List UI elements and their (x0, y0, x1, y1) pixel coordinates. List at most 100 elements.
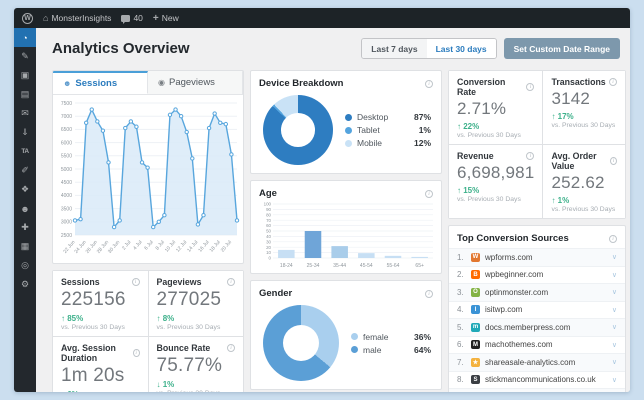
site-menu[interactable]: ⌂ MonsterInsights (43, 13, 111, 23)
conversion-source-row[interactable]: 6. Mmachothemes.com ∨ (449, 335, 625, 354)
favicon-icon: I (471, 305, 480, 315)
svg-text:6500: 6500 (61, 127, 72, 133)
plugins-icon: ❖ (20, 184, 30, 194)
info-icon[interactable]: i (526, 152, 535, 160)
stat-value: 277025 (156, 289, 222, 310)
tab-sessions[interactable]: ☻ Sessions (53, 71, 148, 94)
age-bar-chart: 0 10 20 30 40 50 60 70 80 90 100 18-24 25-34 35-44 45-… (251, 200, 441, 275)
plus-icon: + (152, 12, 159, 24)
info-icon[interactable]: i (425, 79, 433, 88)
sidebar-item-gear[interactable]: ⚙ (14, 275, 36, 294)
sidebar-item-users[interactable]: ☻ (14, 199, 36, 218)
conversion-source-row[interactable]: 9.●mindsuppliers.com∨ (449, 388, 625, 392)
sidebar-item-insights[interactable]: ◎ (14, 256, 36, 275)
legend-dot-icon (345, 139, 352, 147)
comments-menu[interactable]: 40 (121, 13, 143, 24)
info-icon[interactable]: i (132, 349, 140, 357)
sidebar-item-tools[interactable]: ✚ (14, 218, 36, 237)
person-icon: ☻ (63, 78, 72, 88)
sidebar-item-settings[interactable]: ▦ (14, 237, 36, 256)
info-icon[interactable]: i (131, 278, 140, 286)
chevron-down-icon[interactable]: ∨ (612, 341, 617, 349)
wp-admin-bar: W ⌂ MonsterInsights 40 + New (14, 8, 630, 28)
svg-text:70: 70 (266, 218, 271, 223)
stat-change: ↑ 22% (457, 122, 480, 131)
set-custom-date-range-button[interactable]: Set Custom Date Range (503, 38, 620, 59)
device-donut-chart (263, 95, 333, 165)
stat-change: ↑ 8% (156, 314, 175, 323)
info-icon[interactable]: i (610, 157, 617, 165)
sidebar-item-plugins[interactable]: ❖ (14, 180, 36, 199)
tab-pageviews[interactable]: ◉ Pageviews (148, 71, 243, 94)
device-breakdown-card: Device Breakdown i Desktop 87% Tablet 1% Mob… (250, 70, 442, 174)
card-title: Device Breakdown (259, 78, 344, 89)
ta-plugin-icon: TA (21, 148, 29, 155)
last-30-days-button[interactable]: Last 30 days (426, 39, 496, 58)
wp-logo-menu[interactable]: W (22, 12, 33, 24)
svg-text:100: 100 (264, 202, 272, 207)
legend-row: Tablet 1% (345, 125, 431, 135)
conversion-source-row[interactable]: 8. Sstickmancommunications.co.uk ∨ (449, 370, 625, 389)
info-icon[interactable]: i (526, 83, 535, 91)
legend-dot-icon (345, 126, 352, 134)
info-icon[interactable]: i (425, 189, 433, 198)
sidebar-item-appearance[interactable]: ✐ (14, 161, 36, 180)
stat-change: ↑ 17% (551, 112, 574, 121)
conversion-source-row[interactable]: 3. Ooptinmonster.com ∨ (449, 283, 625, 301)
chevron-down-icon[interactable]: ∨ (612, 306, 617, 314)
chevron-down-icon[interactable]: ∨ (612, 288, 617, 296)
gear-icon: ⚙ (20, 279, 30, 289)
stat-caption: vs. Previous 30 Days (157, 390, 236, 392)
legend-dot-icon (345, 113, 352, 121)
posts-icon: ✎ (21, 51, 29, 61)
conversion-source-row[interactable]: 7. ★ shareasale-analytics.com ∨ (449, 353, 625, 371)
source-rank: 6. (457, 340, 464, 350)
info-icon[interactable]: i (227, 344, 235, 352)
gender-card: Gender i female 36% male 64% (250, 280, 442, 390)
new-content-menu[interactable]: + New (153, 13, 179, 24)
legend-dot-icon (351, 333, 358, 340)
stat-change: ↓ 1% (156, 380, 175, 389)
sidebar-item-comments[interactable]: ✉ (14, 104, 36, 123)
conversion-source-row[interactable]: 4. Iisitwp.com ∨ (449, 300, 625, 319)
favicon-icon: O (471, 287, 480, 297)
svg-text:90: 90 (266, 207, 271, 212)
sidebar-item-downloads[interactable]: ⇓ (14, 123, 36, 142)
chevron-down-icon[interactable]: ∨ (612, 323, 617, 331)
info-icon[interactable]: i (227, 278, 235, 286)
chevron-down-icon[interactable]: ∨ (612, 253, 617, 261)
tools-icon: ✚ (21, 222, 29, 232)
last-7-days-button[interactable]: Last 7 days (362, 39, 427, 58)
conversion-source-row[interactable]: 1. Wwpforms.com ∨ (449, 248, 625, 266)
svg-text:60: 60 (266, 223, 271, 228)
sidebar-item-dashboard[interactable]: ◔ (14, 28, 36, 47)
sidebar-item-posts[interactable]: ✎ (14, 47, 36, 66)
stat-value: 75.77% (156, 355, 223, 376)
svg-text:6 Jul: 6 Jul (143, 239, 154, 251)
legend-label: Mobile (357, 138, 383, 148)
info-icon[interactable]: i (425, 289, 433, 298)
source-rank: 1. (457, 252, 464, 262)
info-icon[interactable]: i (609, 78, 617, 86)
sidebar-item-media[interactable]: ▣ (14, 66, 36, 85)
gender-donut-chart (263, 305, 339, 381)
favicon-icon: ★ (471, 357, 480, 367)
svg-text:0: 0 (269, 256, 272, 261)
chevron-down-icon[interactable]: ∨ (612, 358, 617, 366)
conversion-source-row[interactable]: 5. m docs.memberpress.com ∨ (449, 318, 625, 336)
stat-caption: vs. Previous 30 Days (551, 122, 616, 129)
conversion-sources-list: 1. Wwpforms.com ∨ 2. Bwpbeginner.com ∨ 3. Oopti… (449, 248, 625, 392)
svg-text:5500: 5500 (61, 154, 72, 160)
source-domain: shareasale-analytics.com (485, 357, 576, 367)
svg-text:50: 50 (266, 229, 271, 234)
sidebar-item-pages[interactable]: ▤ (14, 85, 36, 104)
source-rank: 2. (457, 270, 464, 280)
stat-change: ↑ 1% (551, 196, 570, 205)
conversion-source-row[interactable]: 2. Bwpbeginner.com ∨ (449, 265, 625, 284)
chevron-down-icon[interactable]: ∨ (612, 376, 617, 384)
stat-card-pageviews: Pageviews i 277025 ↑ 8% vs. Previous 30 Days (148, 271, 243, 336)
chevron-down-icon[interactable]: ∨ (612, 271, 617, 279)
comments-icon: ✉ (21, 108, 29, 118)
info-icon[interactable]: i (609, 234, 617, 243)
sidebar-item-ta-plugin[interactable]: TA (14, 142, 36, 161)
